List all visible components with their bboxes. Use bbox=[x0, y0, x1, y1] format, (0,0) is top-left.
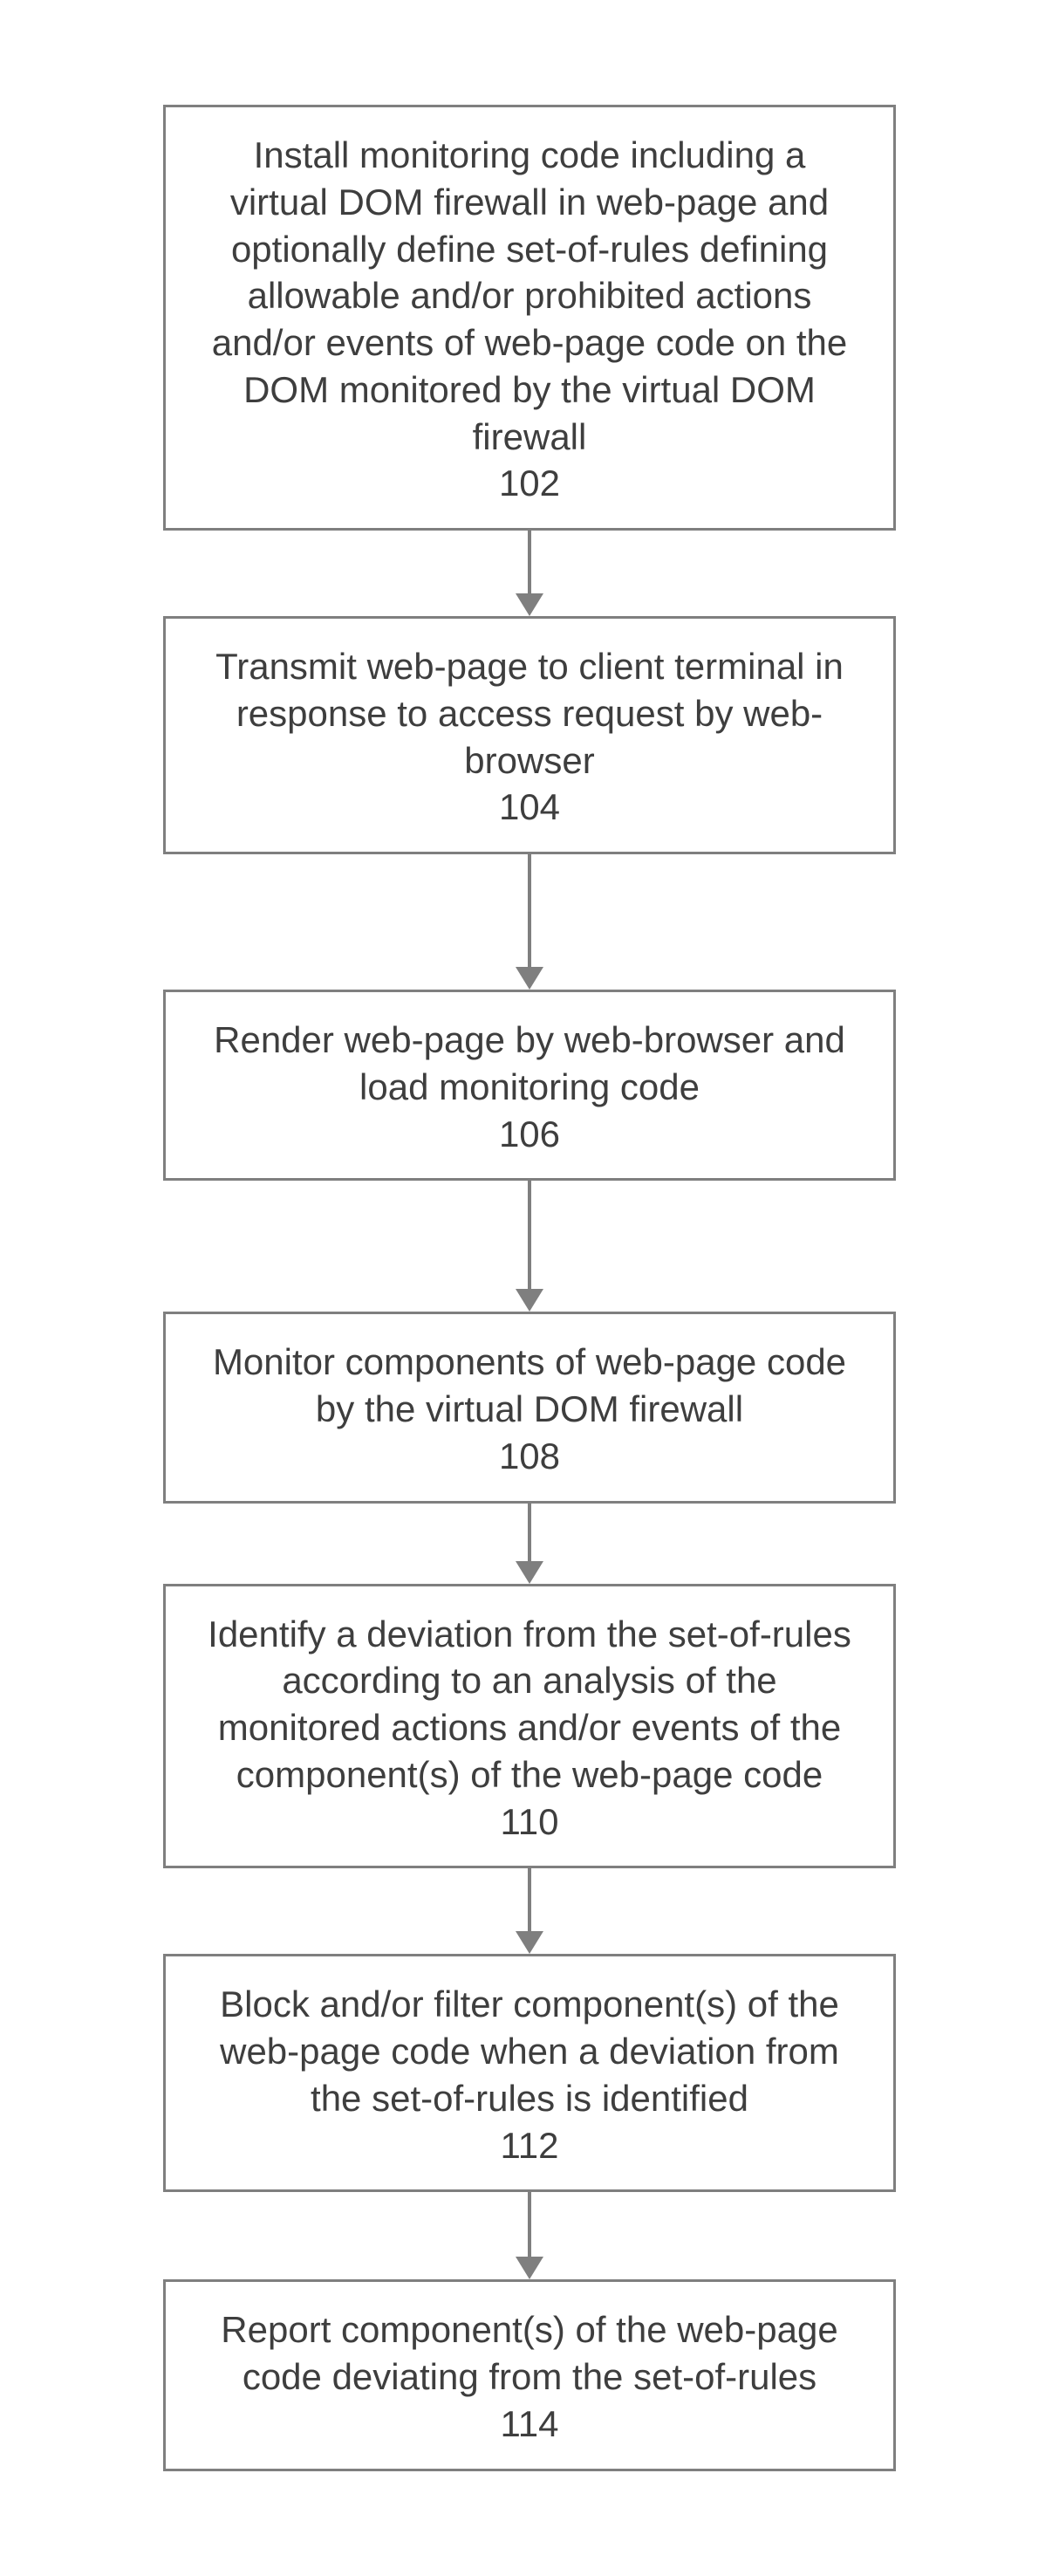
step-text: Monitor components of web-page code by t… bbox=[201, 1339, 858, 1433]
arrow-shaft bbox=[528, 2192, 531, 2257]
step-text: Report component(s) of the web-page code… bbox=[201, 2306, 858, 2401]
step-text: Render web-page by web-browser and load … bbox=[201, 1017, 858, 1111]
arrow-head-icon bbox=[516, 967, 543, 990]
flow-arrow bbox=[516, 531, 543, 616]
step-number: 104 bbox=[201, 784, 858, 831]
arrow-head-icon bbox=[516, 1289, 543, 1312]
step-text: Install monitoring code including a virt… bbox=[201, 132, 858, 460]
step-text: Transmit web-page to client terminal in … bbox=[201, 643, 858, 784]
flow-arrow bbox=[516, 854, 543, 990]
arrow-head-icon bbox=[516, 1931, 543, 1954]
step-number: 102 bbox=[201, 460, 858, 507]
arrow-head-icon bbox=[516, 1561, 543, 1584]
flow-step-102: Install monitoring code including a virt… bbox=[163, 105, 896, 531]
step-number: 114 bbox=[201, 2401, 858, 2448]
step-text: Block and/or filter component(s) of the … bbox=[201, 1981, 858, 2121]
flow-arrow bbox=[516, 1504, 543, 1584]
arrow-shaft bbox=[528, 531, 531, 593]
arrow-shaft bbox=[528, 854, 531, 967]
arrow-head-icon bbox=[516, 593, 543, 616]
step-number: 110 bbox=[201, 1798, 858, 1846]
arrow-shaft bbox=[528, 1181, 531, 1289]
flow-arrow bbox=[516, 1868, 543, 1954]
flow-arrow bbox=[516, 1181, 543, 1312]
step-text: Identify a deviation from the set-of-rul… bbox=[201, 1611, 858, 1798]
flow-step-114: Report component(s) of the web-page code… bbox=[163, 2279, 896, 2470]
flowchart: Install monitoring code including a virt… bbox=[0, 0, 1059, 2576]
flow-step-108: Monitor components of web-page code by t… bbox=[163, 1312, 896, 1503]
step-number: 112 bbox=[201, 2122, 858, 2169]
step-number: 108 bbox=[201, 1433, 858, 1480]
arrow-shaft bbox=[528, 1504, 531, 1561]
arrow-head-icon bbox=[516, 2257, 543, 2279]
step-number: 106 bbox=[201, 1111, 858, 1158]
flow-step-106: Render web-page by web-browser and load … bbox=[163, 990, 896, 1181]
arrow-shaft bbox=[528, 1868, 531, 1931]
flow-step-112: Block and/or filter component(s) of the … bbox=[163, 1954, 896, 2192]
flow-arrow bbox=[516, 2192, 543, 2279]
flow-step-110: Identify a deviation from the set-of-rul… bbox=[163, 1584, 896, 1869]
flow-step-104: Transmit web-page to client terminal in … bbox=[163, 616, 896, 854]
